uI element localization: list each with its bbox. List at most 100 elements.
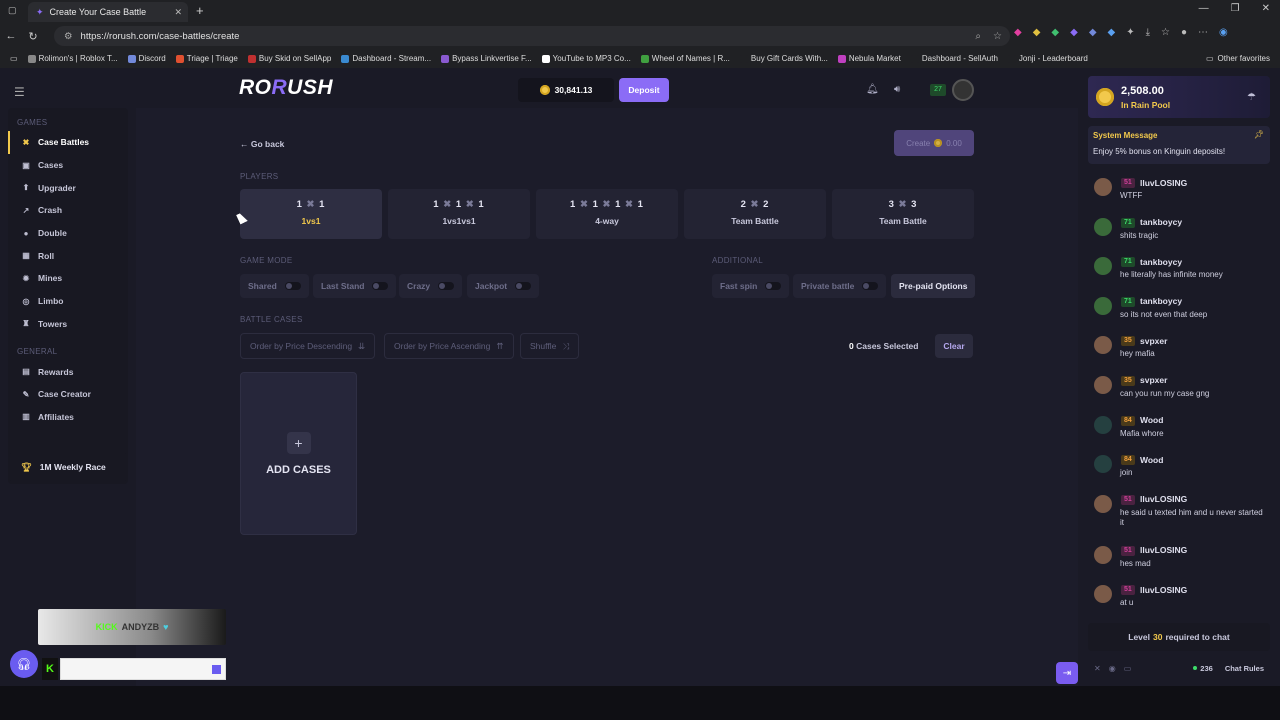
bookmark[interactable]: Discord: [127, 54, 166, 63]
discord-icon[interactable]: ◆: [1089, 27, 1097, 38]
minimize-icon[interactable]: —: [1199, 3, 1209, 14]
chat-username[interactable]: Wood: [1140, 455, 1163, 465]
mode-shared-toggle[interactable]: Shared: [240, 274, 309, 298]
avatar[interactable]: [1094, 455, 1112, 474]
fast-spin-toggle[interactable]: Fast spin: [712, 274, 790, 298]
puzzle-icon[interactable]: ✦: [1126, 27, 1134, 38]
tab-actions-icon[interactable]: ▢: [8, 5, 17, 16]
sidebar-item-roll[interactable]: ▦ Roll: [8, 244, 128, 267]
other-favorites[interactable]: ▭ Other favorites: [1206, 50, 1270, 67]
discord-icon[interactable]: ◉: [1109, 664, 1116, 673]
bookmark[interactable]: Dashboard - SellAuth: [910, 54, 998, 63]
site-logo[interactable]: RORUSH: [239, 76, 333, 100]
switch[interactable]: [438, 282, 455, 290]
mode-last-stand-toggle[interactable]: Last Stand: [313, 274, 397, 298]
close-window-icon[interactable]: ✕: [1262, 3, 1270, 14]
private-battle-toggle[interactable]: Private battle: [793, 274, 887, 298]
avatar[interactable]: [1094, 178, 1112, 196]
chat-username[interactable]: svpxer: [1140, 336, 1167, 346]
player-mode-card[interactable]: 1 ✖ 1 1vs1: [240, 189, 382, 239]
chat-bubble-icon[interactable]: ▭: [1124, 664, 1132, 673]
bookmark[interactable]: Nebula Market: [837, 54, 901, 63]
bookmark[interactable]: Buy Gift Cards With...: [739, 54, 828, 63]
chat-rules-link[interactable]: Chat Rules: [1225, 664, 1264, 673]
profile-avatar[interactable]: ●: [1181, 27, 1187, 38]
user-avatar[interactable]: [952, 79, 974, 101]
site-info-icon[interactable]: ⚙: [64, 31, 73, 42]
switch[interactable]: [284, 282, 301, 290]
volume-icon[interactable]: 🔊︎: [894, 84, 900, 95]
chat-username[interactable]: lluvLOSING: [1140, 545, 1187, 555]
star-icon[interactable]: ☆: [993, 31, 1002, 42]
deposit-button[interactable]: Deposit: [619, 78, 669, 102]
chat-username[interactable]: lluvLOSING: [1140, 585, 1187, 595]
bookmark[interactable]: Wheel of Names | R...: [640, 54, 730, 63]
chat-username[interactable]: lluvLOSING: [1140, 178, 1187, 188]
player-mode-card[interactable]: 2 ✖ 2 Team Battle: [684, 189, 826, 239]
add-cases-card[interactable]: + ADD CASES: [240, 372, 357, 535]
go-back-link[interactable]: ← Go back: [240, 139, 284, 149]
rain-icon[interactable]: ☂: [1247, 92, 1256, 103]
sidebar-item-cases[interactable]: ▣ Cases: [8, 154, 128, 177]
avatar[interactable]: [1094, 545, 1112, 564]
switch[interactable]: [765, 282, 782, 290]
sidebar-item-rewards[interactable]: ▤ Rewards: [8, 360, 128, 383]
player-mode-card[interactable]: 1 ✖ 1 ✖ 1 ✖ 1 4-way: [536, 189, 678, 239]
sort-asc-button[interactable]: Order by Price Ascending ⇈: [384, 333, 514, 359]
switch[interactable]: [372, 282, 389, 290]
clear-button[interactable]: Clear: [935, 334, 973, 358]
chat-username[interactable]: tankboycy: [1140, 257, 1182, 267]
close-tab-icon[interactable]: ✕: [174, 7, 182, 18]
menu-dots-icon[interactable]: ⋯: [1198, 27, 1208, 38]
bookmark[interactable]: Dashboard - Stream...: [341, 54, 431, 63]
extension-icon[interactable]: ◆: [1014, 27, 1022, 38]
sidebar-item-limbo[interactable]: ◎ Limbo: [8, 290, 128, 313]
bookmark[interactable]: Jonji - Leaderboard: [1007, 54, 1088, 63]
sidebar-item-mines[interactable]: ✹ Mines: [8, 267, 128, 290]
extension-icon[interactable]: ◆: [1070, 27, 1078, 38]
avatar[interactable]: [1094, 494, 1112, 513]
avatar[interactable]: [1094, 585, 1112, 604]
bookmark[interactable]: Rolimon's | Roblox T...: [27, 54, 118, 63]
avatar[interactable]: [1094, 415, 1112, 434]
sidebar-item-case-creator[interactable]: ✎ Case Creator: [8, 383, 128, 406]
extension-icon[interactable]: ◆: [1033, 27, 1041, 38]
sidebar-item-crash[interactable]: ↗ Crash: [8, 199, 128, 222]
bookmark[interactable]: YouTube to MP3 Co...: [541, 54, 631, 63]
avatar[interactable]: [1094, 336, 1112, 355]
bookmark[interactable]: Triage | Triage: [175, 54, 238, 63]
sidebar-item-affiliates[interactable]: ▥ Affiliates: [8, 406, 128, 429]
mode-jackpot-toggle[interactable]: Jackpot: [467, 274, 540, 298]
chat-username[interactable]: tankboycy: [1140, 296, 1182, 306]
download-icon[interactable]: ⤓: [1146, 27, 1150, 38]
avatar[interactable]: [1094, 375, 1112, 394]
player-mode-card[interactable]: 1 ✖ 1 ✖ 1 1vs1vs1: [388, 189, 530, 239]
shuffle-button[interactable]: Shuffle ⤨: [520, 333, 580, 359]
address-bar[interactable]: ⚙ https://rorush.com/case-battles/create…: [54, 26, 1010, 46]
create-battle-button[interactable]: Create 0.00: [894, 130, 974, 156]
avatar[interactable]: [1094, 217, 1112, 236]
sidebar-item-towers[interactable]: ♜ Towers: [8, 313, 128, 336]
chat-username[interactable]: tankboycy: [1140, 217, 1182, 227]
avatar[interactable]: [1094, 296, 1112, 315]
collapse-chat-icon[interactable]: ⇥: [1056, 662, 1078, 684]
mode-crazy-toggle[interactable]: Crazy: [399, 274, 463, 298]
weekly-race-button[interactable]: 🏆︎ 1M Weekly Race: [8, 453, 128, 481]
bookmarks-icon[interactable]: ▭: [10, 54, 18, 63]
restore-icon[interactable]: ❐: [1231, 3, 1240, 14]
bell-icon[interactable]: 🔔︎: [866, 84, 879, 95]
switch[interactable]: [515, 282, 532, 290]
extension-icon[interactable]: ◆: [1051, 27, 1059, 38]
sort-desc-button[interactable]: Order by Price Descending ⇊: [240, 333, 376, 359]
copilot-icon[interactable]: ◉: [1219, 27, 1228, 38]
sidebar-item-case-battles[interactable]: ✖ Case Battles: [8, 131, 128, 154]
support-headset-icon[interactable]: 🎧︎: [10, 650, 38, 678]
bookmark[interactable]: Buy Skid on SellApp: [247, 54, 331, 63]
sidebar-item-double[interactable]: ● Double: [8, 222, 128, 245]
menu-toggle-icon[interactable]: ☰: [14, 85, 25, 99]
browser-tab[interactable]: ✦ Create Your Case Battle ✕: [28, 2, 188, 22]
chat-username[interactable]: lluvLOSING: [1140, 494, 1187, 504]
reload-icon[interactable]: ↻: [22, 30, 44, 43]
chat-username[interactable]: Wood: [1140, 415, 1163, 425]
prepaid-options-button[interactable]: Pre-paid Options: [891, 274, 976, 298]
